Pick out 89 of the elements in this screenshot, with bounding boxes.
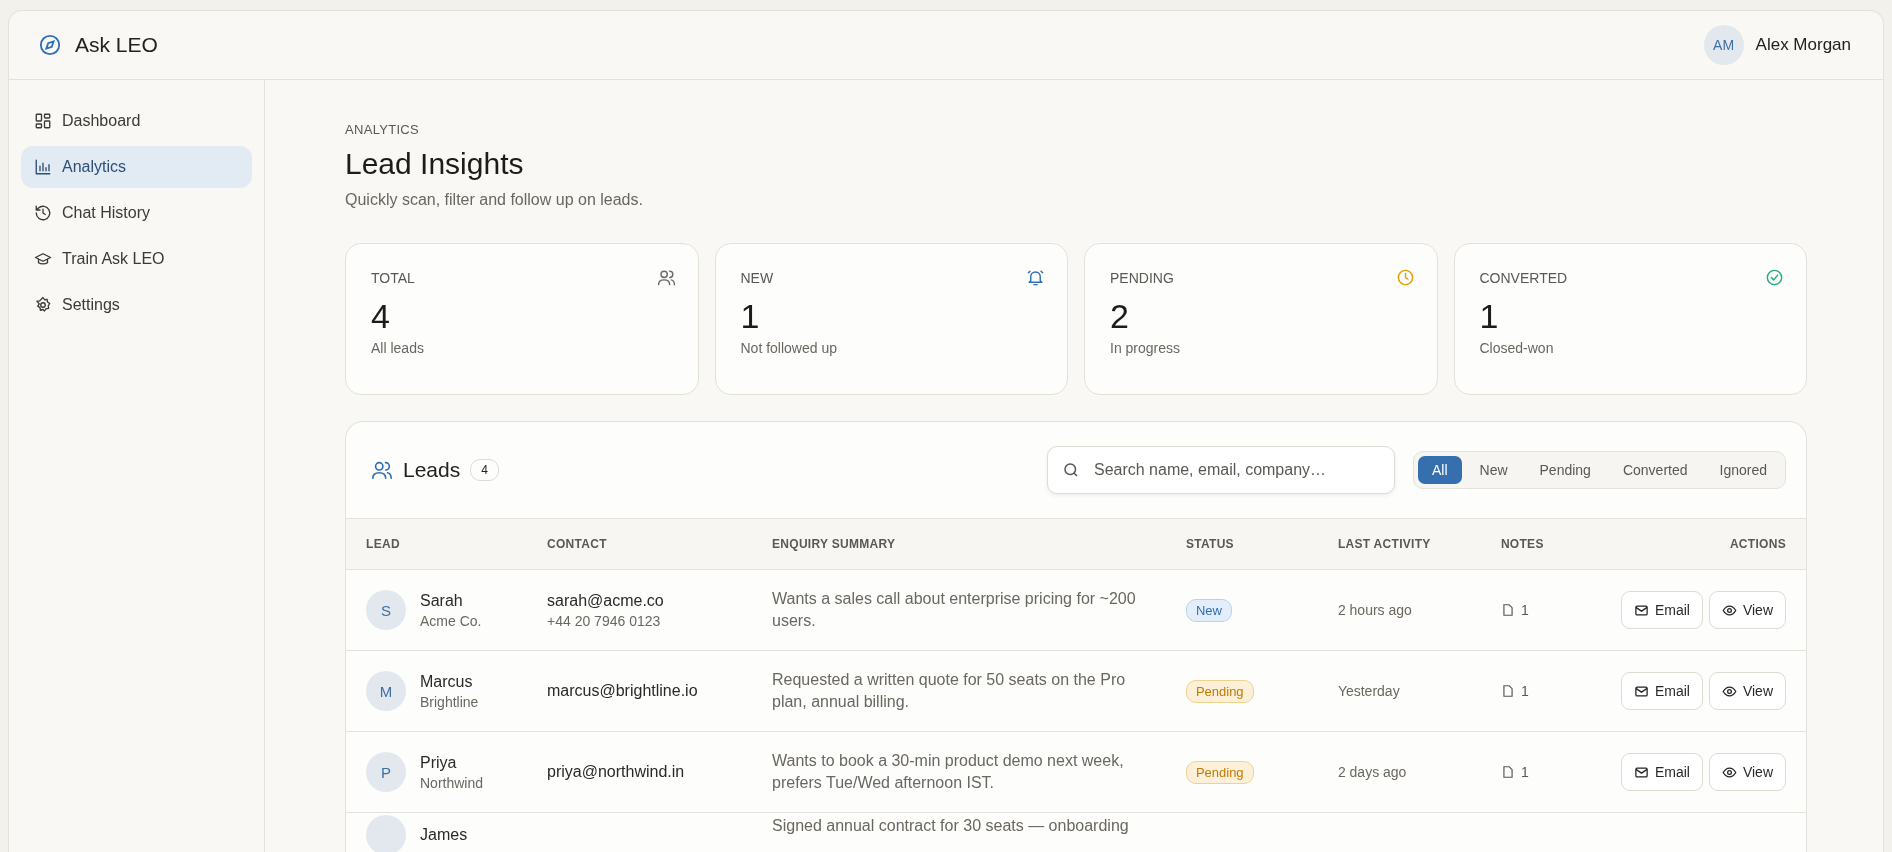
column-header: LAST ACTIVITY bbox=[1337, 537, 1431, 551]
lead-name: James bbox=[420, 826, 468, 844]
column-header: ACTIONS bbox=[1729, 537, 1786, 551]
user-avatar[interactable]: AM bbox=[1703, 25, 1744, 65]
lead-email: priya@northwind.in bbox=[547, 763, 686, 781]
email-button[interactable]: Email bbox=[1620, 753, 1703, 791]
compass-icon bbox=[39, 34, 61, 56]
sidebar-item[interactable]: Train Ask LEO bbox=[21, 238, 252, 280]
note-icon bbox=[1500, 684, 1515, 698]
mail-icon bbox=[1633, 764, 1649, 780]
notes-count: 1 bbox=[1520, 683, 1529, 699]
stat-label: CONVERTED bbox=[1479, 269, 1568, 286]
note-icon bbox=[1500, 765, 1515, 779]
enquiry-summary: Signed annual contract for 30 seats — onboarding bbox=[772, 816, 1130, 836]
bar-chart-icon bbox=[34, 158, 52, 176]
status-badge: New bbox=[1185, 598, 1232, 622]
eye-icon bbox=[1721, 764, 1737, 780]
view-button[interactable]: View bbox=[1708, 591, 1786, 629]
lead-avatar bbox=[366, 815, 406, 852]
status-badge: Pending bbox=[1185, 760, 1254, 784]
eye-icon bbox=[1721, 683, 1737, 699]
notes-count: 1 bbox=[1520, 764, 1529, 780]
stat-value: 2 bbox=[1110, 297, 1130, 336]
last-activity: 2 days ago bbox=[1337, 764, 1407, 780]
stat-caption: Not followed up bbox=[740, 340, 838, 356]
stat-label: TOTAL bbox=[371, 269, 415, 286]
email-button[interactable]: Email bbox=[1620, 591, 1703, 629]
stat-value: 4 bbox=[371, 297, 391, 336]
column-header: ENQUIRY SUMMARY bbox=[772, 537, 896, 551]
status-badge: Pending bbox=[1185, 679, 1254, 703]
page-subtitle: Quickly scan, filter and follow up on leads. bbox=[345, 191, 644, 209]
column-header: NOTES bbox=[1500, 537, 1544, 551]
stat-label: PENDING bbox=[1110, 269, 1174, 286]
search-icon bbox=[1061, 461, 1080, 479]
mail-icon bbox=[1633, 683, 1649, 699]
stat-value: 1 bbox=[740, 297, 761, 336]
page-title: Lead Insights bbox=[345, 147, 525, 181]
lead-phone: +44 20 7946 0123 bbox=[547, 612, 662, 629]
eye-icon bbox=[1721, 602, 1737, 618]
filter-tab[interactable]: All bbox=[1417, 456, 1462, 484]
notes-count: 1 bbox=[1520, 602, 1529, 618]
lead-name: Sarah bbox=[420, 591, 464, 610]
column-header: CONTACT bbox=[547, 537, 607, 551]
enquiry-summary: Wants to book a 30-min product demo next week, prefers Tue/Wed afternoon IST. bbox=[772, 750, 1125, 793]
sidebar-item[interactable]: Settings bbox=[21, 284, 252, 326]
last-activity: Yesterday bbox=[1337, 683, 1400, 699]
filter-tab[interactable]: Pending bbox=[1525, 456, 1605, 484]
history-icon bbox=[34, 204, 52, 222]
lead-avatar: P bbox=[366, 752, 406, 792]
sidebar-item[interactable]: Analytics bbox=[21, 146, 252, 188]
lead-company: Northwind bbox=[420, 774, 484, 791]
users-icon bbox=[371, 459, 393, 481]
filter-tab[interactable]: Ignored bbox=[1705, 456, 1781, 484]
stat-label: NEW bbox=[740, 269, 774, 286]
settings-icon bbox=[34, 296, 52, 314]
sidebar-item[interactable]: Dashboard bbox=[21, 100, 252, 142]
stat-caption: Closed-won bbox=[1479, 340, 1555, 356]
lead-name: Marcus bbox=[420, 672, 474, 691]
stat-caption: In progress bbox=[1110, 340, 1182, 356]
lead-name: Priya bbox=[420, 753, 458, 772]
lead-email: sarah@acme.co bbox=[547, 591, 665, 610]
enquiry-summary: Requested a written quote for 50 seats on the Pro plan, annual billing. bbox=[772, 669, 1127, 712]
enquiry-summary: Wants a sales call about enterprise pricing for ~200 users. bbox=[772, 588, 1137, 631]
stat-value: 1 bbox=[1479, 297, 1500, 336]
lead-company: Acme Co. bbox=[420, 612, 482, 629]
search-input[interactable]: Search name, email, company… bbox=[1091, 460, 1380, 480]
grid-icon bbox=[34, 112, 52, 130]
lead-avatar: S bbox=[366, 590, 406, 630]
view-button[interactable]: View bbox=[1708, 672, 1786, 710]
app-title: Ask LEO bbox=[75, 33, 158, 57]
lead-email: marcus@brightline.io bbox=[547, 682, 699, 700]
stat-caption: All leads bbox=[371, 340, 425, 356]
leads-count: 4 bbox=[470, 459, 499, 481]
lead-avatar: M bbox=[366, 671, 406, 711]
sidebar-item[interactable]: Chat History bbox=[21, 192, 252, 234]
mail-icon bbox=[1633, 602, 1649, 618]
user-name: Alex Morgan bbox=[1755, 35, 1851, 55]
search-field[interactable]: Search name, email, company… bbox=[1046, 446, 1395, 494]
page-eyebrow: ANALYTICS bbox=[345, 122, 420, 137]
view-button[interactable]: View bbox=[1708, 753, 1786, 791]
filter-tab[interactable]: Converted bbox=[1608, 456, 1702, 484]
column-header: STATUS bbox=[1185, 537, 1234, 551]
lead-company: Brightline bbox=[420, 693, 479, 710]
note-icon bbox=[1500, 603, 1515, 617]
column-header: LEAD bbox=[366, 537, 400, 551]
filter-tab[interactable]: New bbox=[1465, 456, 1522, 484]
last-activity: 2 hours ago bbox=[1337, 602, 1412, 618]
leads-title: Leads bbox=[403, 458, 461, 482]
email-button[interactable]: Email bbox=[1620, 672, 1703, 710]
